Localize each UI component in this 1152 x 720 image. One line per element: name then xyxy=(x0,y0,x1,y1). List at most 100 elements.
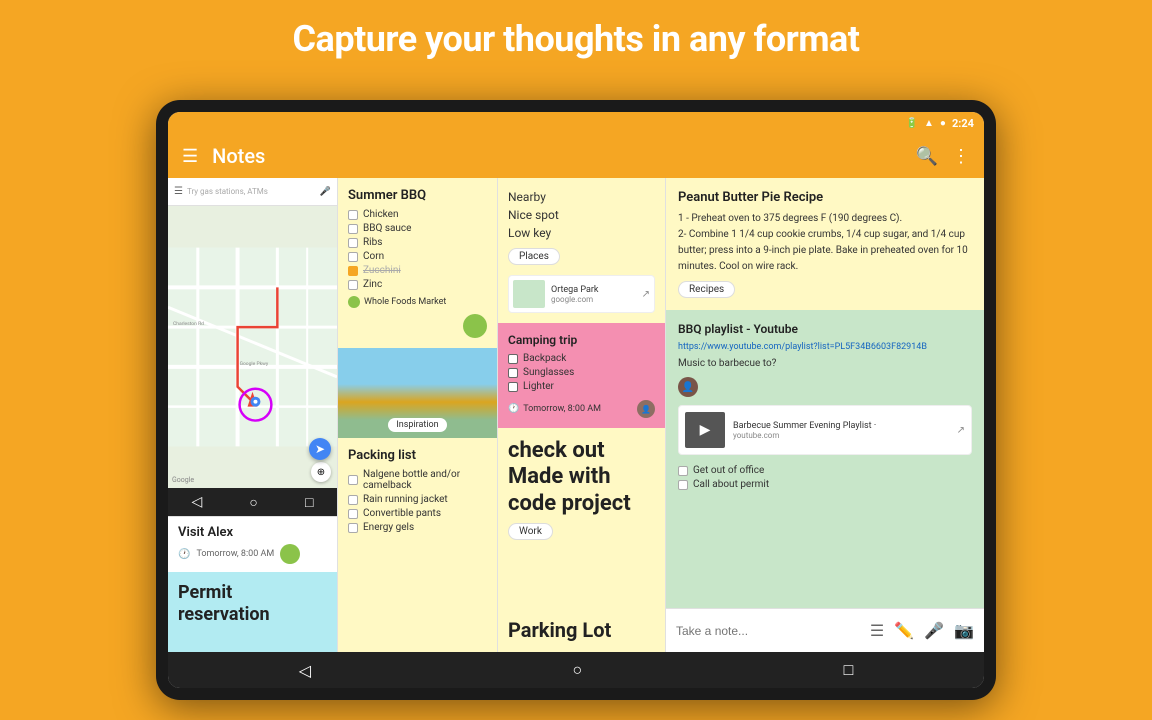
call-permit-item: Call about permit xyxy=(678,479,972,490)
pencil-icon[interactable]: ✏️ xyxy=(894,621,914,640)
recents-icon[interactable]: □ xyxy=(305,494,313,511)
packing-item-2: Rain running jacket xyxy=(348,494,487,505)
locate-button[interactable]: ⊕ xyxy=(311,462,331,482)
parking-card: Parking Lot xyxy=(498,608,665,652)
app-title: Notes xyxy=(212,144,901,168)
nearby-text: Nearby Nice spot Low key xyxy=(508,188,655,242)
packing-title: Packing list xyxy=(348,448,487,463)
signal-icon: ● xyxy=(940,118,946,129)
camping-card: Camping trip Backpack Sunglasses Lighter xyxy=(498,323,665,428)
mic-input-icon[interactable]: 🎤 xyxy=(924,621,944,640)
search-icon[interactable]: 🔍 xyxy=(916,146,938,167)
phone-mockup: ☰ Try gas stations, ATMs 🎤 xyxy=(168,178,337,516)
work-tag[interactable]: Work xyxy=(508,523,553,540)
mic-icon: 🎤 xyxy=(320,187,331,197)
packing-item-1: Nalgene bottle and/or camelback xyxy=(348,469,487,491)
visit-alex-title: Visit Alex xyxy=(178,525,327,540)
svg-text:Charleston Rd: Charleston Rd xyxy=(173,321,204,327)
phone-nav-bar: ◁ ○ □ xyxy=(168,488,337,516)
camping-item-backpack: Backpack xyxy=(508,353,655,364)
menu-icon[interactable]: ☰ xyxy=(182,146,198,167)
playlist-link-title: Barbecue Summer Evening Playlist · xyxy=(733,421,876,431)
checkout-text: check out Made with code project xyxy=(508,438,655,517)
recents-nav-icon[interactable]: □ xyxy=(844,660,854,680)
camping-avatar: 👤 xyxy=(637,400,655,418)
take-note-input[interactable] xyxy=(676,624,860,638)
permit-title: Permit reservation xyxy=(178,582,327,625)
inspiration-tag: Inspiration xyxy=(388,418,446,432)
tablet-outer: 🔋 ▲ ● 2:24 ☰ Notes 🔍 ⋮ ☰ Try gas sta xyxy=(156,100,996,700)
recipe-card: Peanut Butter Pie Recipe 1 - Preheat ove… xyxy=(666,178,984,310)
bbq-card: Summer BBQ Chicken BBQ sauce Ribs xyxy=(338,178,497,348)
camping-time: Tomorrow, 8:00 AM xyxy=(523,404,601,414)
visit-alex-card: Visit Alex 🕐 Tomorrow, 8:00 AM xyxy=(168,516,337,572)
getout-item: Get out of office xyxy=(678,465,972,476)
battery-icon: 🔋 xyxy=(906,118,918,129)
playlist-link-card[interactable]: ▶ Barbecue Summer Evening Playlist · you… xyxy=(678,405,972,455)
link-url: google.com xyxy=(551,295,599,304)
playlist-external-icon: ↗ xyxy=(957,425,965,436)
camping-clock-icon: 🕐 xyxy=(508,404,519,414)
playlist-description: Music to barbecue to? xyxy=(678,358,972,369)
svg-text:Google Pkwy: Google Pkwy xyxy=(240,361,269,367)
app-bar: ☰ Notes 🔍 ⋮ xyxy=(168,134,984,178)
bottom-nav: ◁ ○ □ xyxy=(168,652,984,688)
inspiration-image: Inspiration xyxy=(338,348,497,438)
external-link-icon: ↗ xyxy=(642,289,650,300)
playlist-link-url: youtube.com xyxy=(733,431,876,440)
whole-foods-label: Whole Foods Market xyxy=(364,297,446,307)
map-area: Charleston Rd Google Pkwy ⊕ ➤ Google xyxy=(168,206,337,488)
camera-icon[interactable]: 📷 xyxy=(954,621,974,640)
clock-icon: 🕐 xyxy=(178,549,190,560)
bbq-title: Summer BBQ xyxy=(348,188,487,203)
playlist-url: https://www.youtube.com/playlist?list=PL… xyxy=(678,342,972,352)
col2: Summer BBQ Chicken BBQ sauce Ribs xyxy=(338,178,498,652)
home-icon[interactable]: ○ xyxy=(249,494,257,511)
map-thumb xyxy=(513,280,545,308)
status-time: 2:24 xyxy=(952,117,974,130)
col4: Peanut Butter Pie Recipe 1 - Preheat ove… xyxy=(666,178,984,652)
camping-item-lighter: Lighter xyxy=(508,381,655,392)
camping-item-sunglasses: Sunglasses xyxy=(508,367,655,378)
nearby-card: Nearby Nice spot Low key Places Ortega P… xyxy=(498,178,665,323)
back-nav-icon[interactable]: ◁ xyxy=(299,661,311,680)
avatar xyxy=(280,544,300,564)
camping-title: Camping trip xyxy=(508,333,655,347)
bbq-item-zucchini: Zucchini xyxy=(348,265,487,276)
playlist-thumb: ▶ xyxy=(685,412,725,448)
search-placeholder: Try gas stations, ATMs xyxy=(187,187,316,196)
ortega-park-link[interactable]: Ortega Park google.com ↗ xyxy=(508,275,655,313)
list-icon[interactable]: ☰ xyxy=(870,621,884,640)
note-input-bar: ☰ ✏️ 🎤 📷 xyxy=(666,608,984,652)
more-icon[interactable]: ⋮ xyxy=(952,146,970,167)
google-logo: Google xyxy=(172,476,194,484)
link-title: Ortega Park xyxy=(551,285,599,295)
back-icon[interactable]: ◁ xyxy=(192,494,203,510)
bbq-item-corn: Corn xyxy=(348,251,487,262)
wifi-icon: ▲ xyxy=(924,118,934,129)
bbq-item-chicken: Chicken xyxy=(348,209,487,220)
places-tag[interactable]: Places xyxy=(508,248,560,265)
map-search-bar: ☰ Try gas stations, ATMs 🎤 xyxy=(168,178,337,206)
col3: Nearby Nice spot Low key Places Ortega P… xyxy=(498,178,666,652)
home-nav-icon[interactable]: ○ xyxy=(572,660,582,680)
playlist-card: BBQ playlist - Youtube https://www.youtu… xyxy=(666,310,984,608)
permit-card: Permit reservation xyxy=(168,572,337,652)
col1: ☰ Try gas stations, ATMs 🎤 xyxy=(168,178,338,652)
recipe-title: Peanut Butter Pie Recipe xyxy=(678,190,972,205)
packing-card: Packing list Nalgene bottle and/or camel… xyxy=(338,438,497,652)
playlist-title: BBQ playlist - Youtube xyxy=(678,322,972,336)
recipes-tag[interactable]: Recipes xyxy=(678,281,735,298)
shared-avatar xyxy=(463,314,487,338)
recipe-steps: 1 - Preheat oven to 375 degrees F (190 d… xyxy=(678,211,972,275)
tablet-screen: 🔋 ▲ ● 2:24 ☰ Notes 🔍 ⋮ ☰ Try gas sta xyxy=(168,112,984,688)
whole-foods-dot xyxy=(348,296,360,308)
hamburger-icon: ☰ xyxy=(174,186,183,197)
parking-text: Parking Lot xyxy=(508,618,655,642)
status-bar: 🔋 ▲ ● 2:24 xyxy=(168,112,984,134)
checkout-card: check out Made with code project Work xyxy=(498,428,665,608)
headline: Capture your thoughts in any format xyxy=(0,0,1152,72)
packing-item-3: Convertible pants xyxy=(348,508,487,519)
packing-item-4: Energy gels xyxy=(348,522,487,533)
fab-button[interactable]: ➤ xyxy=(309,438,331,460)
